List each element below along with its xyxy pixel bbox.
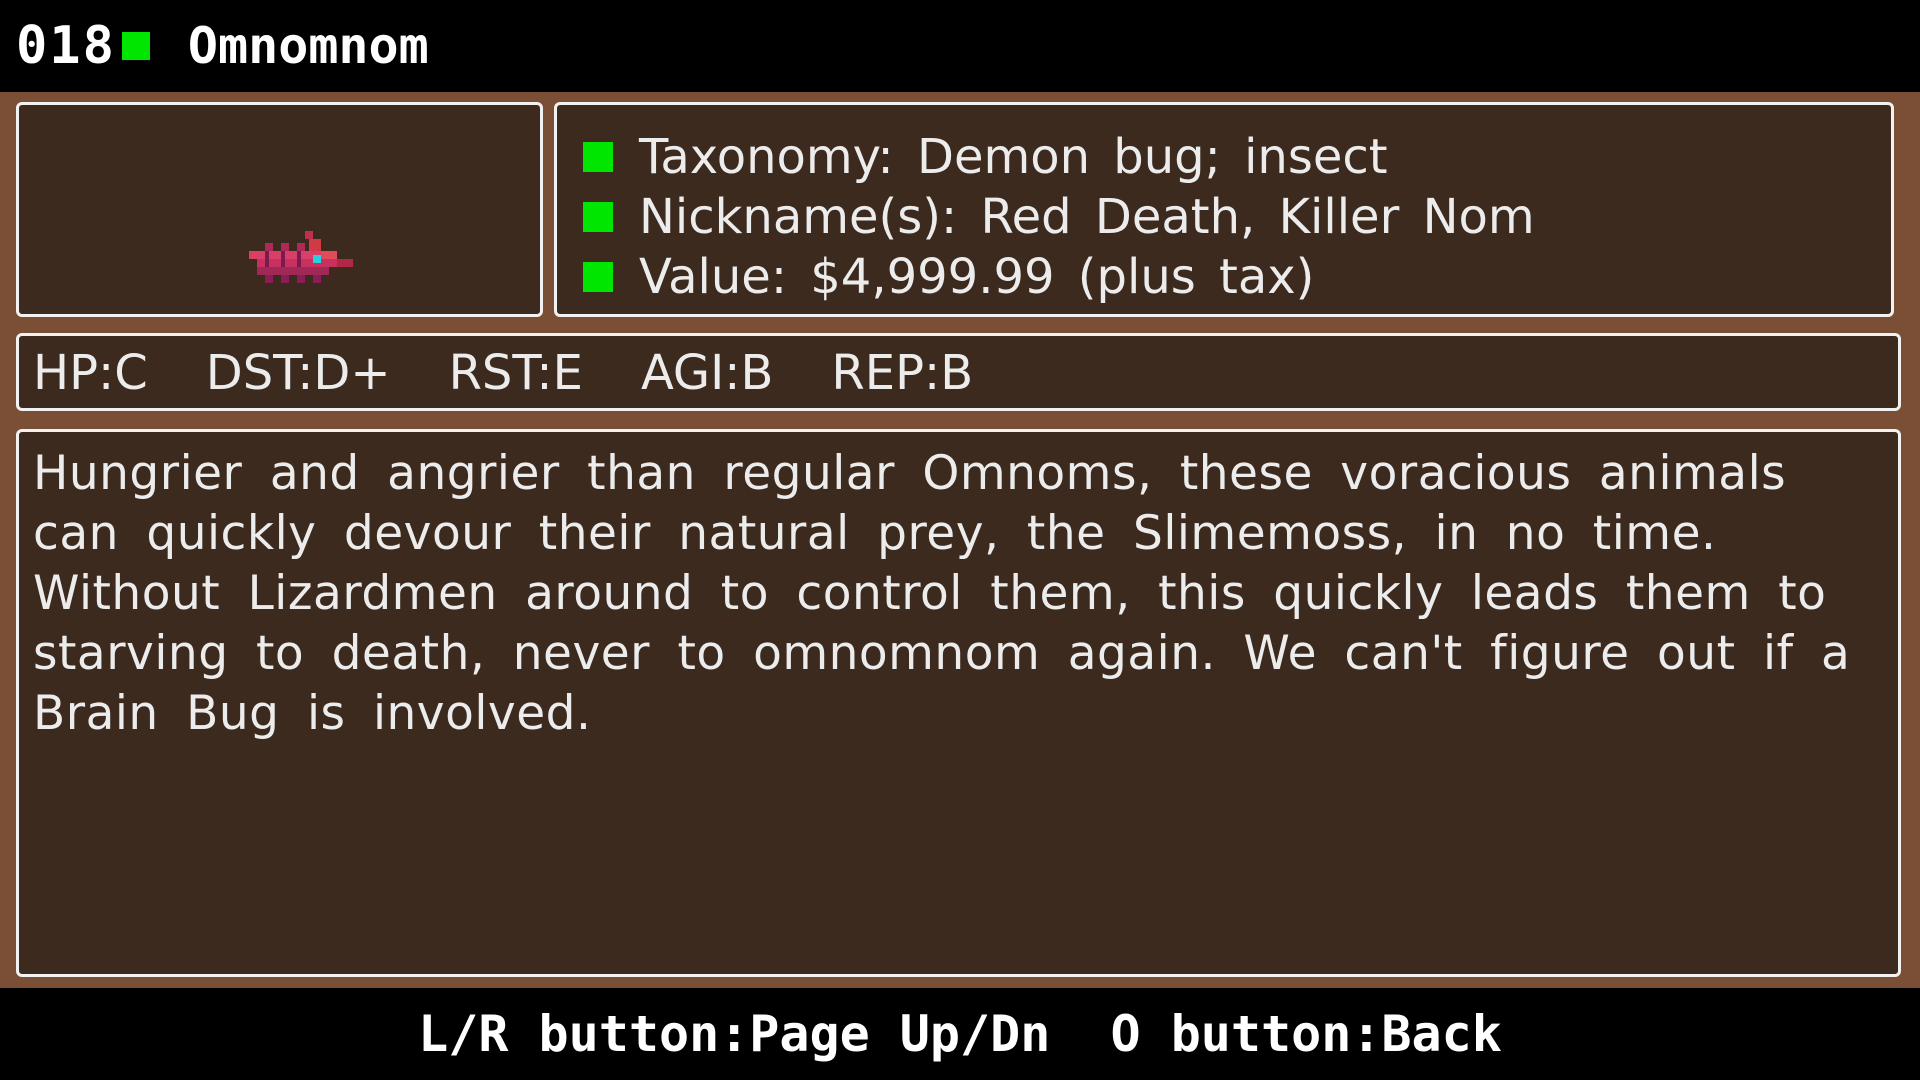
entry-marker-icon	[121, 32, 150, 60]
nicknames-text: Nickname(s): Red Death, Killer Nom	[639, 189, 1535, 245]
stat-rst: RST:E	[448, 345, 583, 401]
stats-row: HP:C DST:D+ RST:E AGI:B REP:B	[33, 344, 1884, 402]
stat-agi: AGI:B	[640, 345, 774, 401]
description-panel: Hungrier and angrier than regular Omnoms…	[16, 429, 1901, 977]
stat-dst: DST:D+	[205, 345, 391, 401]
bullet-icon	[583, 202, 613, 232]
info-row-taxonomy: Taxonomy: Demon bug; insect	[583, 127, 1865, 187]
entry-header: 018 Omnomnom	[0, 0, 1920, 92]
sprite-panel	[16, 102, 543, 317]
control-hint: L/R button:Page Up/Dn O button:Back	[418, 1005, 1502, 1063]
bestiary-frame: Taxonomy: Demon bug; insect Nickname(s):…	[0, 92, 1920, 988]
description-text: Hungrier and angrier than regular Omnoms…	[33, 446, 1851, 741]
stat-rep: REP:B	[831, 345, 974, 401]
entry-name: Omnomnom	[187, 17, 429, 75]
stat-hp: HP:C	[33, 345, 148, 401]
stats-panel: HP:C DST:D+ RST:E AGI:B REP:B	[16, 333, 1901, 411]
control-hint-bar: L/R button:Page Up/Dn O button:Back	[0, 988, 1920, 1080]
taxonomy-text: Taxonomy: Demon bug; insect	[639, 129, 1388, 185]
info-row-value: Value: $4,999.99 (plus tax)	[583, 247, 1865, 307]
bullet-icon	[583, 262, 613, 292]
info-panel: Taxonomy: Demon bug; insect Nickname(s):…	[554, 102, 1894, 317]
bullet-icon	[583, 142, 613, 172]
omnomnom-bug-sprite-icon	[249, 231, 353, 283]
entry-number: 018	[16, 16, 116, 76]
value-text: Value: $4,999.99 (plus tax)	[639, 249, 1315, 305]
info-row-nicknames: Nickname(s): Red Death, Killer Nom	[583, 187, 1865, 247]
